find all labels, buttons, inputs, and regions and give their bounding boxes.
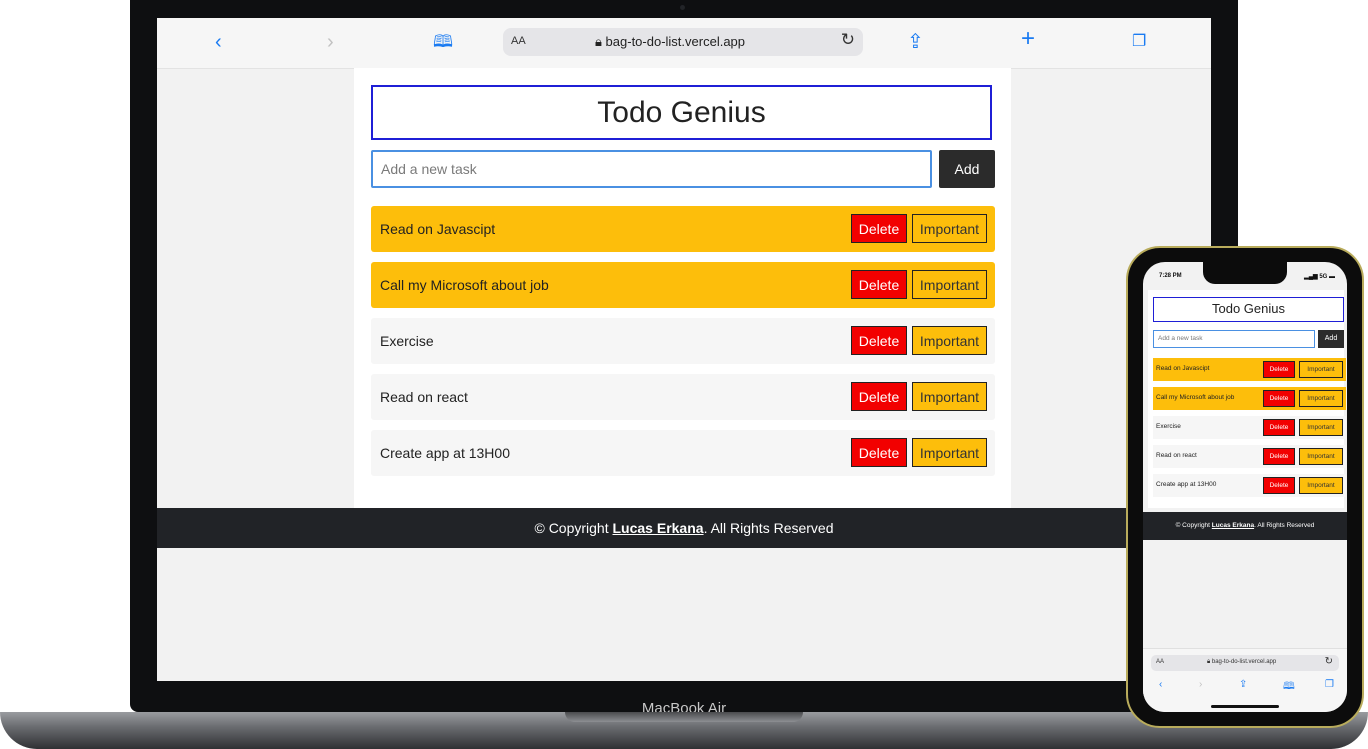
- important-button[interactable]: Important: [1299, 390, 1343, 407]
- lock-icon: 🔒︎: [595, 34, 602, 49]
- footer-suffix: . All Rights Reserved: [703, 520, 834, 536]
- delete-button[interactable]: Delete: [851, 438, 907, 467]
- task-item: Create app at 13H00 Delete Important: [371, 430, 995, 476]
- url-label: bag-to-do-list.vercel.app: [605, 34, 746, 49]
- share-icon[interactable]: ⇪: [1239, 679, 1247, 690]
- address-bar[interactable]: AA 🔒︎ bag-to-do-list.vercel.app ↻: [1151, 655, 1339, 671]
- chevron-right-icon[interactable]: ›: [327, 32, 334, 52]
- phone-time: 7:28 PM: [1159, 273, 1182, 279]
- task-item: Read on Javascipt Delete Important: [1153, 358, 1346, 381]
- tabs-icon[interactable]: ❐: [1325, 679, 1334, 690]
- task-label: Create app at 13H00: [1156, 481, 1217, 488]
- delete-button[interactable]: Delete: [1263, 419, 1295, 436]
- app-title: Todo Genius: [371, 85, 992, 140]
- task-item: Read on Javascipt Delete Important: [371, 206, 995, 252]
- footer-suffix: . All Rights Reserved: [1254, 522, 1315, 529]
- chevron-left-icon[interactable]: ‹: [215, 32, 222, 52]
- new-task-input[interactable]: Add a new task: [1153, 330, 1315, 348]
- network-label: 5G: [1319, 274, 1328, 280]
- add-task-button[interactable]: Add: [939, 150, 995, 188]
- important-button[interactable]: Important: [912, 326, 987, 355]
- task-item: Create app at 13H00 Delete Important: [1153, 474, 1346, 497]
- task-item: Exercise Delete Important: [371, 318, 995, 364]
- task-label: Read on react: [380, 389, 468, 405]
- url-text: 🔒︎ bag-to-do-list.vercel.app: [1207, 659, 1277, 665]
- phone-screen: 7:28 PM ▂▄▆ 5G ▬ Todo Genius Add a new t…: [1143, 262, 1347, 712]
- reload-icon[interactable]: ↻: [1325, 656, 1333, 667]
- important-button[interactable]: Important: [912, 438, 987, 467]
- task-item: Call my Microsoft about job Delete Impor…: [1153, 387, 1346, 410]
- page-footer: © Copyright Lucas Erkana. All Rights Res…: [157, 508, 1211, 548]
- delete-button[interactable]: Delete: [851, 214, 907, 243]
- new-task-input[interactable]: [371, 150, 932, 188]
- delete-button[interactable]: Delete: [1263, 361, 1295, 378]
- url-label: bag-to-do-list.vercel.app: [1211, 659, 1277, 665]
- share-icon[interactable]: ⇪: [907, 32, 924, 52]
- app-title: Todo Genius: [1153, 297, 1344, 322]
- chevron-right-icon[interactable]: ›: [1199, 679, 1202, 690]
- important-button[interactable]: Important: [912, 214, 987, 243]
- important-button[interactable]: Important: [1299, 448, 1343, 465]
- text-size-button[interactable]: AA: [1156, 659, 1164, 665]
- home-indicator: [1211, 705, 1279, 708]
- delete-button[interactable]: Delete: [1263, 477, 1295, 494]
- delete-button[interactable]: Delete: [851, 382, 907, 411]
- author-link[interactable]: Lucas Erkana: [613, 520, 704, 536]
- footer-prefix: © Copyright: [534, 520, 613, 536]
- book-icon[interactable]: 🕮: [1283, 679, 1295, 696]
- todo-app: Todo Genius Add Read on Javascipt Delete…: [354, 68, 1011, 508]
- chevron-left-icon[interactable]: ‹: [1159, 679, 1162, 690]
- important-button[interactable]: Important: [1299, 477, 1343, 494]
- task-label: Create app at 13H00: [380, 445, 510, 461]
- important-button[interactable]: Important: [912, 382, 987, 411]
- page-footer: © Copyright Lucas Erkana. All Rights Res…: [1143, 512, 1347, 540]
- author-link[interactable]: Lucas Erkana: [1212, 522, 1254, 529]
- task-label: Read on Javascipt: [380, 221, 496, 237]
- phone-signal: ▂▄▆ 5G ▬: [1304, 274, 1335, 280]
- safari-bottom-bar: AA 🔒︎ bag-to-do-list.vercel.app ↻ ‹ › ⇪ …: [1143, 648, 1347, 712]
- delete-button[interactable]: Delete: [851, 270, 907, 299]
- text-size-button[interactable]: AA: [511, 35, 526, 47]
- add-task-button[interactable]: Add: [1318, 330, 1344, 348]
- task-label: Call my Microsoft about job: [1156, 394, 1235, 401]
- important-button[interactable]: Important: [1299, 419, 1343, 436]
- address-bar[interactable]: AA 🔒︎ bag-to-do-list.vercel.app ↻: [503, 28, 863, 56]
- laptop-screen: ‹ › 🕮 AA 🔒︎ bag-to-do-list.vercel.app ↻ …: [157, 18, 1211, 681]
- task-label: Exercise: [1156, 423, 1181, 430]
- delete-button[interactable]: Delete: [1263, 448, 1295, 465]
- phone-todo-app: Todo Genius Add a new task Add Read on J…: [1148, 290, 1346, 508]
- task-label: Exercise: [380, 333, 434, 349]
- important-button[interactable]: Important: [912, 270, 987, 299]
- task-label: Call my Microsoft about job: [380, 277, 549, 293]
- important-button[interactable]: Important: [1299, 361, 1343, 378]
- footer-prefix: © Copyright: [1175, 522, 1212, 529]
- plus-icon[interactable]: +: [1021, 27, 1035, 51]
- task-label: Read on react: [1156, 452, 1197, 459]
- book-icon[interactable]: 🕮: [433, 32, 453, 52]
- task-item: Exercise Delete Important: [1153, 416, 1346, 439]
- task-label: Read on Javascipt: [1156, 365, 1210, 372]
- task-item: Read on react Delete Important: [1153, 445, 1346, 468]
- url-text: 🔒︎ bag-to-do-list.vercel.app: [595, 34, 745, 50]
- laptop-base-notch: [565, 712, 803, 722]
- tabs-icon[interactable]: ❐: [1132, 32, 1146, 52]
- task-item: Read on react Delete Important: [371, 374, 995, 420]
- delete-button[interactable]: Delete: [851, 326, 907, 355]
- reload-icon[interactable]: ↻: [841, 30, 855, 50]
- delete-button[interactable]: Delete: [1263, 390, 1295, 407]
- phone-notch: [1203, 262, 1287, 284]
- task-item: Call my Microsoft about job Delete Impor…: [371, 262, 995, 308]
- safari-toolbar: ‹ › 🕮 AA 🔒︎ bag-to-do-list.vercel.app ↻ …: [157, 18, 1211, 69]
- camera-dot: [680, 5, 685, 10]
